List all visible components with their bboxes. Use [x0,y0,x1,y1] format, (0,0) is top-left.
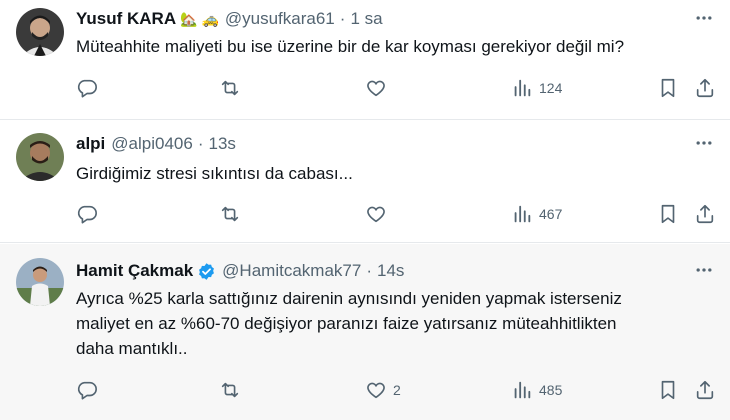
tweet[interactable]: Hamit Çakmak @Hamitcakmak77 · 14s Ayrıca… [0,244,730,420]
action-bar: 467 [76,202,730,226]
separator: · [339,9,346,28]
like-button[interactable] [365,76,393,100]
share-icon [694,379,716,401]
avatar-image [16,8,64,56]
timestamp[interactable]: 13s [209,133,236,155]
author-handle[interactable]: @Hamitcakmak77 [222,260,361,282]
like-icon [365,77,387,99]
share-button[interactable] [694,76,716,100]
share-button[interactable] [694,202,716,226]
author-name[interactable]: Hamit Çakmak [76,260,193,282]
bookmark-button[interactable] [657,202,679,226]
views-button[interactable]: 485 [511,378,562,402]
like-icon [365,203,387,225]
action-bar: 2 485 [76,378,730,402]
like-icon [365,379,387,401]
like-button[interactable] [365,202,393,226]
bookmark-button[interactable] [657,76,679,100]
retweet-icon [219,203,241,225]
share-icon [694,77,716,99]
avatar-image [16,133,64,181]
timestamp[interactable]: 14s [377,260,404,282]
bookmark-icon [657,379,679,401]
reply-button[interactable] [76,378,98,402]
retweet-icon [219,77,241,99]
retweet-button[interactable] [219,76,241,100]
reply-icon [76,379,98,401]
retweet-button[interactable] [219,202,241,226]
bookmark-button[interactable] [657,378,679,402]
more-icon[interactable] [692,8,716,28]
bookmark-icon [657,203,679,225]
views-icon [511,203,533,225]
more-icon[interactable] [692,133,716,153]
like-button[interactable]: 2 [365,378,401,402]
share-button[interactable] [694,378,716,402]
avatar[interactable] [16,133,64,181]
tweet[interactable]: alpi @alpi0406 · 13s Girdiğimiz stresi s… [0,121,730,243]
avatar[interactable] [16,258,64,306]
views-icon [511,77,533,99]
view-count: 485 [539,382,563,398]
like-count: 2 [393,382,401,398]
reply-button[interactable] [76,76,98,100]
verified-badge-icon [197,262,216,281]
view-count: 124 [539,80,563,96]
reply-icon [76,77,98,99]
tweet[interactable]: Yusuf KARA 🏡 🚕 @yusufkara61 · 1 sa Mütea… [0,0,730,120]
bookmark-icon [657,77,679,99]
tweet-text: Müteahhite maliyeti bu ise üzerine bir d… [76,37,625,56]
author-handle[interactable]: @yusufkara61 [225,8,335,30]
tweet-text: Ayrıca %25 karla sattığınız dairenin ayn… [76,289,622,358]
view-count: 467 [539,206,563,222]
author-handle[interactable]: @alpi0406 [111,133,193,155]
tweet-text: Girdiğimiz stresi sıkıntısı da cabası... [76,164,353,183]
avatar-image [16,258,64,306]
name-emoji: 🏡 🚕 [180,11,219,27]
share-icon [694,203,716,225]
action-bar: 124 [76,76,730,100]
reply-icon [76,203,98,225]
separator: · [366,261,372,280]
separator: · [197,134,204,153]
retweet-button[interactable] [219,378,241,402]
views-button[interactable]: 467 [511,202,562,226]
retweet-icon [219,379,241,401]
author-name[interactable]: alpi [76,133,105,155]
views-button[interactable]: 124 [511,76,562,100]
more-icon[interactable] [692,260,716,280]
views-icon [511,379,533,401]
reply-button[interactable] [76,202,98,226]
timestamp[interactable]: 1 sa [350,8,382,30]
avatar[interactable] [16,8,64,56]
author-name[interactable]: Yusuf KARA [76,8,176,30]
